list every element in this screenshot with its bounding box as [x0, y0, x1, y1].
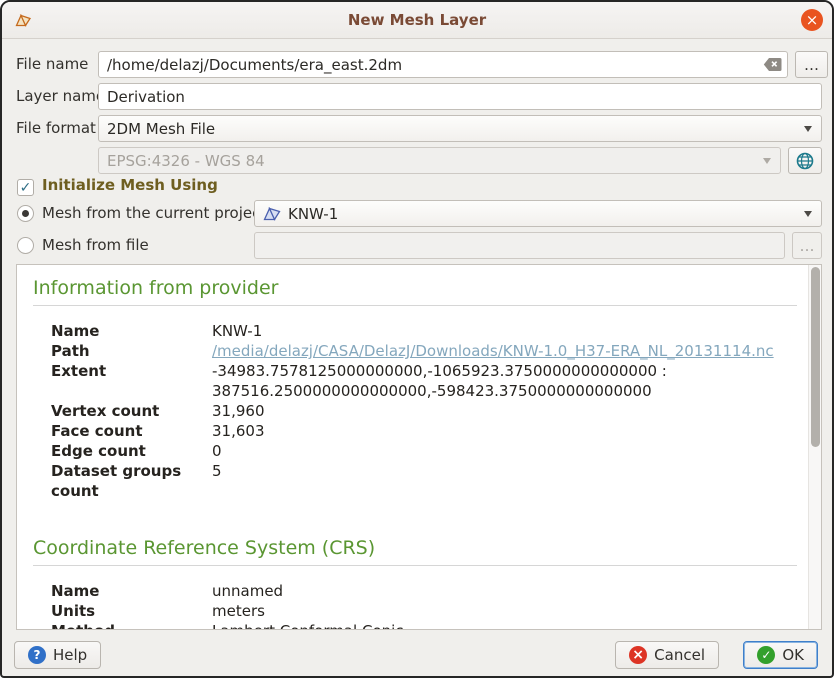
help-button-label: Help — [53, 646, 87, 664]
info-value: KNW-1 — [212, 321, 801, 341]
provider-info-table: Name KNW-1 Path /media/delazj/CASA/Delaz… — [51, 321, 801, 501]
info-value: unnamed — [212, 581, 801, 601]
info-label: Dataset groups count — [51, 461, 212, 501]
project-mesh-value: KNW-1 — [288, 205, 338, 223]
new-mesh-layer-dialog: New Mesh Layer × File name … Layer name … — [0, 0, 834, 678]
extent-line-2: 387516.2500000000000000,-598423.37500000… — [212, 381, 801, 401]
cancel-button-label: Cancel — [654, 646, 705, 664]
file-format-value: 2DM Mesh File — [107, 120, 215, 138]
info-label: Edge count — [51, 441, 212, 461]
chevron-down-icon — [763, 158, 771, 164]
layer-name-field-wrap — [98, 83, 822, 110]
cancel-icon: × — [629, 646, 647, 664]
checkbox-check-icon: ✓ — [20, 181, 32, 195]
layer-name-input[interactable] — [98, 83, 822, 110]
heading-rule — [33, 565, 797, 566]
clear-text-icon[interactable] — [763, 57, 782, 76]
close-button[interactable]: × — [801, 9, 823, 31]
info-value: -34983.7578125000000000,-1065923.3750000… — [212, 361, 801, 401]
vertical-scrollbar[interactable] — [808, 265, 821, 629]
info-label: Method — [51, 621, 212, 629]
file-format-label: File format — [16, 115, 96, 142]
info-label: Units — [51, 601, 212, 621]
heading-rule — [33, 305, 797, 306]
provider-heading: Information from provider — [33, 277, 801, 299]
mesh-from-project-label[interactable]: Mesh from the current project — [42, 200, 266, 227]
initialize-mesh-checkbox[interactable]: ✓ — [17, 179, 34, 196]
close-icon: × — [806, 13, 819, 28]
initialize-mesh-label[interactable]: Initialize Mesh Using — [42, 172, 218, 199]
info-label: Face count — [51, 421, 212, 441]
mesh-from-file-label[interactable]: Mesh from file — [42, 232, 149, 259]
info-label: Path — [51, 341, 212, 361]
info-label: Vertex count — [51, 401, 212, 421]
help-icon: ? — [28, 646, 46, 664]
mesh-file-input — [254, 232, 785, 259]
file-format-combo[interactable]: 2DM Mesh File — [98, 115, 822, 142]
file-name-label: File name — [16, 51, 88, 78]
chevron-down-icon — [804, 126, 812, 132]
titlebar: New Mesh Layer × — [2, 2, 832, 39]
mesh-layer-icon — [263, 205, 281, 223]
layer-name-label: Layer name — [16, 83, 105, 110]
crs-info-table: Name unnamed Units meters Method Lambert… — [51, 581, 801, 629]
file-name-field-wrap — [98, 51, 788, 78]
path-link[interactable]: /media/delazj/CASA/DelazJ/Downloads/KNW-… — [212, 341, 801, 361]
info-label: Name — [51, 321, 212, 341]
ok-button[interactable]: ✓ OK — [743, 641, 818, 669]
window-title: New Mesh Layer — [2, 2, 832, 39]
info-value: meters — [212, 601, 801, 621]
crs-globe-icon — [795, 151, 815, 171]
chevron-down-icon — [804, 211, 812, 217]
ok-icon: ✓ — [757, 646, 775, 664]
info-label: Extent — [51, 361, 212, 401]
info-value: 31,603 — [212, 421, 801, 441]
crs-select-button[interactable] — [788, 147, 822, 174]
help-button[interactable]: ? Help — [14, 641, 101, 669]
info-value: 5 — [212, 461, 801, 501]
info-value: 31,960 — [212, 401, 801, 421]
file-name-input[interactable] — [98, 51, 788, 78]
mesh-information-panel[interactable]: Information from provider Name KNW-1 Pat… — [16, 264, 822, 630]
mesh-file-browse-button: … — [792, 232, 822, 259]
crs-heading: Coordinate Reference System (CRS) — [33, 537, 801, 559]
mesh-from-file-radio[interactable] — [17, 237, 34, 254]
crs-combo: EPSG:4326 - WGS 84 — [98, 147, 781, 174]
info-value: Lambert Conformal Conic — [212, 621, 801, 629]
mesh-information-content: Information from provider Name KNW-1 Pat… — [17, 265, 807, 629]
project-mesh-combo[interactable]: KNW-1 — [254, 200, 822, 227]
cancel-button[interactable]: × Cancel — [615, 641, 719, 669]
info-label: Name — [51, 581, 212, 601]
scrollbar-thumb[interactable] — [811, 267, 820, 447]
mesh-from-project-radio[interactable] — [17, 205, 34, 222]
info-value: 0 — [212, 441, 801, 461]
crs-value: EPSG:4326 - WGS 84 — [107, 152, 265, 170]
ok-button-label: OK — [782, 646, 804, 664]
mesh-file-field-wrap — [254, 232, 785, 259]
file-name-browse-button[interactable]: … — [795, 51, 828, 78]
extent-line-1: -34983.7578125000000000,-1065923.3750000… — [212, 361, 801, 381]
